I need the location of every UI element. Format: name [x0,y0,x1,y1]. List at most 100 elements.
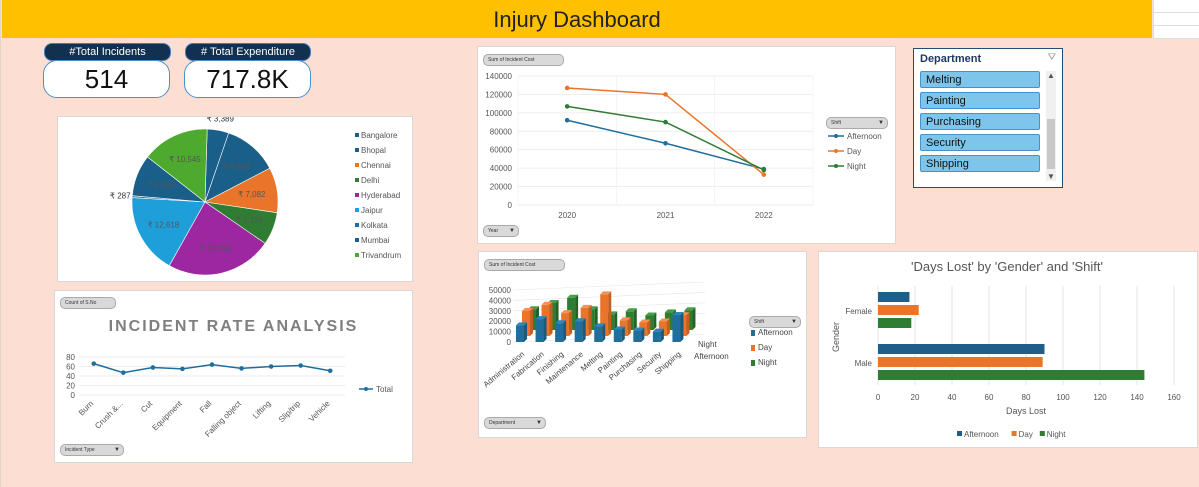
data-point [564,104,570,109]
cost-by-department-chart[interactable]: Sum of Incident Cost 0 10000 20000 30000 400… [478,251,807,438]
dropdown-arrow-icon: ▼ [114,447,120,453]
x-tick-label: 2021 [657,211,675,220]
year-svg: 0 20000 40000 60000 80000 100000 120000 140000 2… [485,72,881,220]
days-chart-title: 'Days Lost' by 'Gender' and 'Shift' [911,259,1103,274]
year-filter[interactable]: Year ▼ [483,225,519,237]
slicer-item-security[interactable]: Security [920,134,1040,151]
legend-swatch [751,345,755,351]
bar-side [653,312,657,330]
slicer-item-purchasing[interactable]: Purchasing [920,113,1040,130]
x-tick-label: Fall [198,399,214,415]
city-pie-chart[interactable]: ₹ 3,389 ₹ 8,550 ₹ 7,082 ₹ 5,118 ₹ 16,652 ₹ 12… [57,114,413,282]
pie-data-label: ₹ 3,389 [207,117,235,123]
y-tick-label: 50000 [489,286,512,295]
bar-side [608,291,612,336]
shift-filter[interactable]: Shift ▼ [826,117,888,129]
series-line [567,105,765,171]
dept-shift-label: Shift [754,319,765,325]
total-expenditure-value: 717.8K [184,60,311,98]
y-tick-label: Male [855,359,873,368]
shift-label: Shift [831,120,842,126]
slicer-title: Department [920,53,982,65]
x-tick-label: 2022 [755,211,773,220]
bar-side [666,318,670,336]
legend-label: Hyderabad [361,191,400,200]
scroll-down-icon[interactable]: ▼ [1046,172,1056,181]
y-tick-label: 40000 [490,164,513,173]
data-point [761,167,767,173]
dept-shift-filter[interactable]: Shift ▼ [749,316,801,328]
y-tick-label: 30000 [489,307,512,316]
incident-type-filter[interactable]: Incident Type ▼ [60,444,124,456]
x-tick-label: 60 [985,393,994,402]
data-point [663,92,668,97]
legend-label: Jaipur [361,206,383,215]
data-point [663,119,668,125]
y-tick-label: 80000 [490,127,513,136]
department-label: Department [489,420,516,426]
y-tick-label: 0 [71,391,76,400]
pie-data-label: ₹ 287 [110,192,131,201]
legend-marker [834,134,838,138]
slicer-item-painting[interactable]: Painting [920,92,1040,109]
x-tick-label: Burn [77,399,95,417]
bar-side [686,312,690,336]
slicer-scrollbar[interactable]: ▲ ▼ [1046,71,1056,181]
scrollbar-thumb[interactable] [1047,119,1055,169]
legend-label: Bangalore [361,131,398,140]
bar [516,325,524,342]
sheet-cells[interactable] [1153,0,1199,39]
legend-label: Day [847,147,861,156]
slicer-item-shipping[interactable]: Shipping [920,155,1040,172]
pie-data-label: ₹ 16,652 [200,244,232,253]
x-tick-label: 100 [1056,393,1070,402]
legend-label: Night [847,162,866,171]
scroll-up-icon[interactable]: ▲ [1046,71,1056,80]
pie-data-label: ₹ 7,082 [238,190,266,199]
data-point [564,85,570,91]
legend-swatch [355,238,359,242]
data-point [91,361,97,366]
incident-rate-chart[interactable]: Count of S.No INCIDENT RATE ANALYSIS 0 20… [54,290,413,463]
y-tick-label: 120000 [485,90,512,99]
legend-marker [834,164,838,168]
bar-side [680,311,684,342]
gridline [512,281,706,291]
x-tick-label: 120 [1093,393,1107,402]
y-tick-label: 0 [508,201,513,210]
dropdown-arrow-icon: ▼ [509,228,515,234]
page-title: Injury Dashboard [493,7,661,32]
data-point [180,366,185,372]
legend-label: Afternoon [964,430,999,439]
department-slicer[interactable]: Department ⛛ Melting Painting Purchasing… [913,48,1063,188]
legend-swatch [751,330,755,336]
y-tick-label: 20000 [489,317,512,326]
legend-swatch [1011,431,1017,436]
data-point [663,140,668,146]
x-tick-label: Cut [139,399,155,415]
clear-filter-icon[interactable]: ⛛ [1048,52,1056,63]
cost-by-year-chart[interactable]: Sum of Incident Cost 0 20000 40000 60000 800… [477,46,896,244]
legend-swatch [355,208,359,212]
x-tick-label: Vehicle [307,399,332,424]
bar-side [543,316,547,342]
legend-swatch [355,163,359,167]
days-lost-chart[interactable]: 'Days Lost' by 'Gender' and 'Shift' 0 20 40… [818,251,1198,448]
legend-label: Chennai [361,161,391,170]
bar [652,331,661,342]
legend-label: Trivandrum [361,251,401,260]
legend-swatch [355,148,359,152]
slicer-item-melting[interactable]: Melting [920,71,1040,88]
x-tick-label: Lifting [251,399,272,420]
department-filter[interactable]: Department ▼ [484,417,546,429]
bar [672,314,681,342]
bar [613,329,622,342]
x-tick-label: Equipment [150,399,184,433]
y-tick-label: 20000 [490,183,513,192]
legend-label: Delhi [361,176,379,185]
days-svg: 'Days Lost' by 'Gender' and 'Shift' 0 20 40… [831,259,1181,439]
data-point [121,370,126,375]
y-tick-label: 40 [66,372,75,381]
bar-side [627,317,631,336]
pie-data-label: ₹ 8,550 [222,162,250,171]
